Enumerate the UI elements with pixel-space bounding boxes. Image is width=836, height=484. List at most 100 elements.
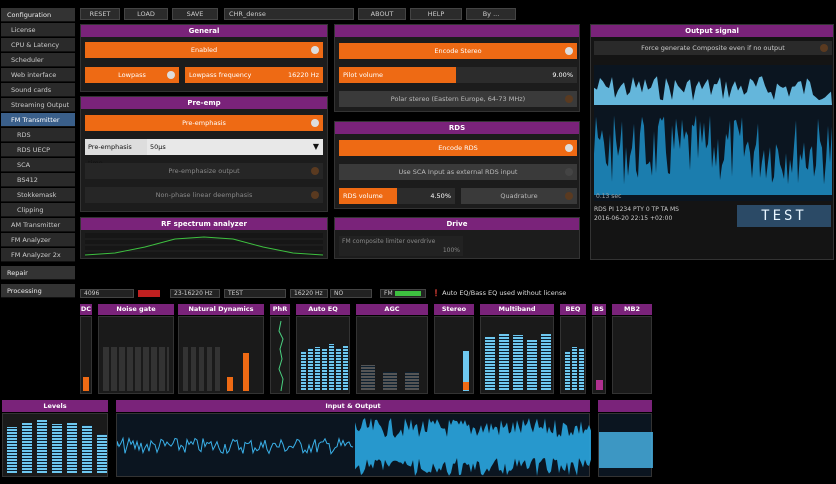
mb2-meters: [612, 316, 652, 394]
save-button[interactable]: SAVE: [172, 8, 218, 20]
mb2-module-title[interactable]: MB2: [612, 304, 652, 315]
status-frequency: 23-16220 Hz: [170, 289, 220, 298]
multiband-bar: [527, 340, 537, 390]
bs-module-title[interactable]: BS: [592, 304, 606, 315]
rds-info-block: RDS PI 1234 PTY 0 TP TA MS 2016-06-20 22…: [594, 205, 734, 223]
enabled-label: Enabled: [190, 46, 218, 54]
load-button[interactable]: LOAD: [124, 8, 168, 20]
quadrature-indicator-icon: [565, 192, 573, 200]
auto-eq-module-title[interactable]: Auto EQ: [296, 304, 350, 315]
about-button[interactable]: ABOUT: [358, 8, 406, 20]
drive-title: Drive: [335, 218, 579, 230]
enabled-indicator-icon: [311, 46, 319, 54]
sidebar-item-repair[interactable]: Repair: [1, 266, 75, 280]
sidebar-item-sca[interactable]: SCA: [1, 158, 75, 172]
general-title: General: [81, 25, 327, 37]
sidebar-item-sound-cards[interactable]: Sound cards: [1, 83, 75, 97]
multiband-module-title[interactable]: Multiband: [480, 304, 554, 315]
sidebar-item-cpu-latency[interactable]: CPU & Latency: [1, 38, 75, 52]
agc-bar: [405, 372, 419, 390]
sidebar-item-processing[interactable]: Processing: [1, 284, 75, 298]
rf-spectrum-title: RF spectrum analyzer: [81, 218, 327, 230]
polar-stereo-toggle[interactable]: Polar stereo (Eastern Europe, 64-73 MHz): [339, 91, 577, 107]
rf-spectrum-graph: [85, 233, 323, 257]
sidebar-item-bs412[interactable]: BS412: [1, 173, 75, 187]
sidebar-item-fm-transmitter[interactable]: FM Transmitter: [1, 113, 75, 127]
beq-module-title[interactable]: BEQ: [560, 304, 586, 315]
sidebar-item-stokkemask[interactable]: Stokkemask: [1, 188, 75, 202]
lowpass-frequency-slider[interactable]: Lowpass frequency 16220 Hz: [185, 67, 323, 83]
sidebar-item-rds[interactable]: RDS: [1, 128, 75, 142]
auto-eq-bar: [315, 347, 320, 390]
auto-eq-bar: [308, 348, 313, 390]
dc-level-bar: [83, 377, 89, 391]
preemphasize-output-indicator-icon: [311, 167, 319, 175]
pilot-volume-slider[interactable]: Pilot volume 9.00%: [339, 67, 577, 83]
stereo-level-bar: [463, 382, 469, 390]
preemphasize-output-label: Pre-emphasize output: [168, 167, 240, 175]
by-button[interactable]: By ...: [466, 8, 516, 20]
force-composite-toggle[interactable]: Force generate Composite even if no outp…: [594, 41, 832, 55]
extra-scope: [598, 413, 653, 477]
scope-time-label: 0.13 sec: [596, 193, 621, 200]
rds-ps-display: TEST: [737, 205, 831, 227]
status-ps-value: TEST: [228, 290, 243, 297]
bs-level-bar: [596, 380, 603, 390]
sidebar-item-rds-uecp[interactable]: RDS UECP: [1, 143, 75, 157]
encode-stereo-label: Encode Stereo: [434, 47, 482, 55]
multiband-bar: [499, 334, 509, 390]
limiter-overdrive-value: 100%: [442, 247, 460, 254]
sidebar-item-fm-analyzer[interactable]: FM Analyzer: [1, 233, 75, 247]
lowpass-toggle[interactable]: Lowpass: [85, 67, 179, 83]
sidebar-item-fm-analyzer-2x[interactable]: FM Analyzer 2x: [1, 248, 75, 262]
preemphasis-time-select[interactable]: 50µs ▼: [147, 139, 323, 155]
encode-stereo-toggle[interactable]: Encode Stereo: [339, 43, 577, 59]
levels-bar: [22, 423, 32, 473]
encode-rds-label: Encode RDS: [438, 144, 478, 152]
rds-panel: RDS Encode RDS Use SCA Input as external…: [334, 121, 580, 209]
stereo-module-title[interactable]: Stereo: [434, 304, 474, 315]
preemp-panel: Pre-emp Pre-emphasis Pre-emphasis time 5…: [80, 96, 328, 212]
sidebar-item-am-transmitter[interactable]: AM Transmitter: [1, 218, 75, 232]
quadrature-toggle[interactable]: Quadrature: [461, 188, 577, 204]
auto-eq-meters: [296, 316, 350, 394]
preset-name-field[interactable]: CHR_dense: [224, 8, 354, 20]
enabled-toggle[interactable]: Enabled: [85, 42, 323, 58]
levels-meters: [2, 413, 108, 477]
natural-dynamics-meters: [178, 316, 264, 394]
nonphase-deemphasis-toggle[interactable]: Non-phase linear deemphasis: [85, 187, 323, 203]
preemphasis-label: Pre-emphasis: [182, 119, 226, 127]
reset-button[interactable]: RESET: [80, 8, 120, 20]
sca-rds-input-label: Use SCA Input as external RDS input: [398, 168, 518, 176]
rds-volume-slider[interactable]: RDS volume 4.50%: [339, 188, 455, 204]
auto-eq-bar: [336, 348, 341, 390]
fm-level-indicator: [395, 291, 421, 296]
stereo-panel-header: [335, 25, 579, 37]
limiter-overdrive-slider[interactable]: FM composite limiter overdrive 100%: [339, 236, 463, 256]
preemphasis-toggle[interactable]: Pre-emphasis: [85, 115, 323, 131]
auto-eq-bar: [343, 346, 348, 390]
help-button[interactable]: HELP: [410, 8, 462, 20]
sidebar-item-configuration[interactable]: Configuration: [1, 8, 75, 22]
extra-module-title: [598, 400, 652, 412]
multiband-bar: [541, 334, 551, 390]
encode-rds-toggle[interactable]: Encode RDS: [339, 140, 577, 156]
stereo-panel: Encode Stereo Pilot volume 9.00% Polar s…: [334, 24, 580, 112]
preemphasize-output-toggle[interactable]: Pre-emphasize output: [85, 163, 323, 179]
sidebar-item-streaming-output[interactable]: Streaming Output: [1, 98, 75, 112]
dc-module-title[interactable]: DC: [80, 304, 92, 315]
sca-rds-input-toggle[interactable]: Use SCA Input as external RDS input: [339, 164, 577, 180]
license-warning: ❗ Auto EQ/Bass EQ used without license: [432, 289, 566, 297]
preemphasis-indicator-icon: [311, 119, 319, 127]
sidebar-item-license[interactable]: License: [1, 23, 75, 37]
sidebar-item-clipping[interactable]: Clipping: [1, 203, 75, 217]
phr-module-title[interactable]: PhR: [270, 304, 290, 315]
agc-module-title[interactable]: AGC: [356, 304, 428, 315]
polar-stereo-label: Polar stereo (Eastern Europe, 64-73 MHz): [390, 95, 526, 103]
noise-gate-module-title[interactable]: Noise gate: [98, 304, 174, 315]
sidebar-item-web-interface[interactable]: Web interface: [1, 68, 75, 82]
status-fm: FM: [380, 289, 426, 298]
natural-dynamics-module-title[interactable]: Natural Dynamics: [178, 304, 264, 315]
preemphasis-time-label: Pre-emphasis time: [85, 139, 147, 167]
sidebar-item-scheduler[interactable]: Scheduler: [1, 53, 75, 67]
